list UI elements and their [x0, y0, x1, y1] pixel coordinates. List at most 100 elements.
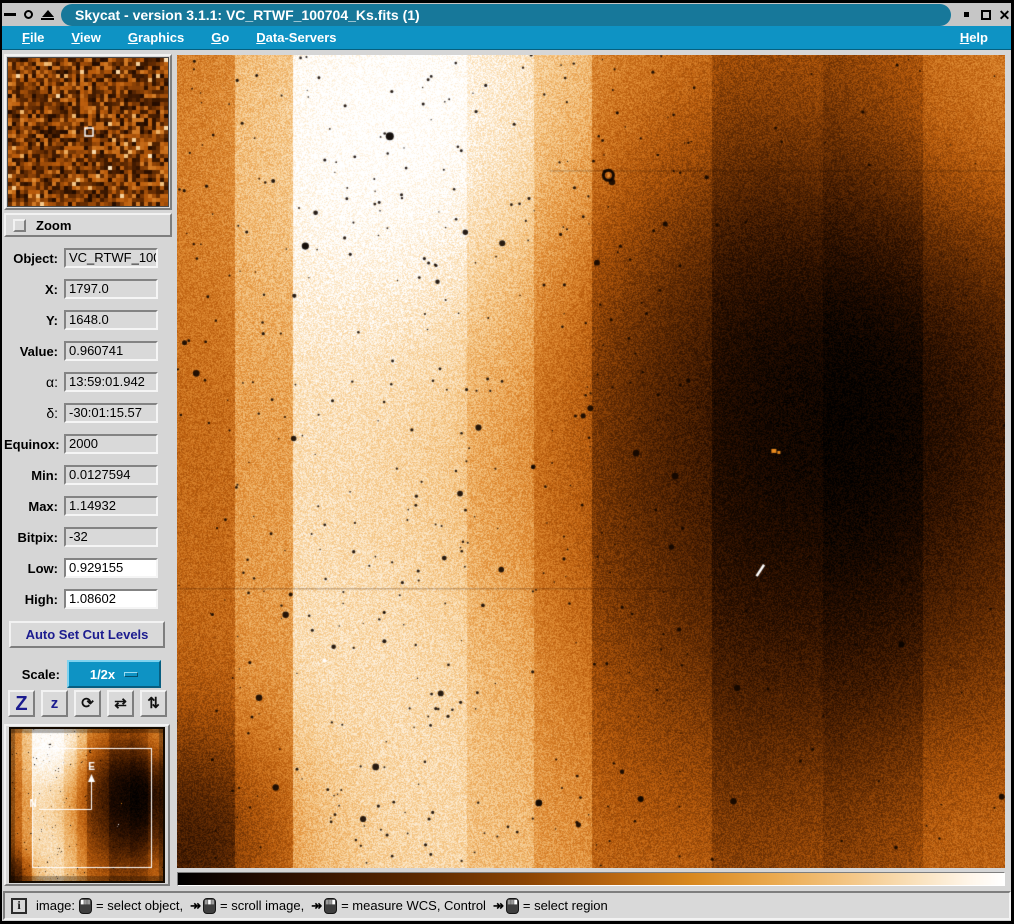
skycat-window: Skycat - version 3.1.1: VC_RTWF_100704_K… — [0, 0, 1014, 924]
maximize-icon — [41, 10, 54, 20]
mouse-button-3-icon — [506, 898, 519, 914]
window-title-pill: Skycat - version 3.1.1: VC_RTWF_100704_K… — [61, 4, 951, 26]
zoom-checkbox-row: Zoom — [4, 213, 172, 237]
statusbar-text-segment: = scroll image, — [220, 898, 304, 913]
field-value-equinox: 2000 — [64, 434, 158, 454]
statusbar-text-segment: = select region — [523, 898, 608, 913]
menubar: File View Graphics Go Data-Servers Help — [2, 26, 1012, 50]
field-label-ra: α: — [4, 374, 64, 390]
field-value-dec: -30:01:15.57 — [64, 403, 158, 423]
circle-icon — [24, 10, 33, 19]
zoom-out-button[interactable]: z — [41, 690, 68, 717]
field-label-object: Object: — [4, 251, 64, 266]
menu-go[interactable]: Go — [211, 30, 229, 45]
zoom-in-icon: Z — [15, 694, 27, 714]
field-label-high: High: — [4, 592, 64, 607]
maximize-button[interactable] — [38, 5, 57, 25]
scale-label: Scale: — [0, 667, 60, 682]
field-row-x: X:1797.0 — [4, 279, 174, 299]
rotate-icon: ⟳ — [81, 696, 94, 711]
field-label-y: Y: — [4, 313, 64, 328]
window-menu-button[interactable] — [957, 5, 976, 25]
menu-view[interactable]: View — [71, 30, 100, 45]
field-row-low: Low:0.929155 — [4, 558, 174, 578]
zoom-preview-canvas — [7, 57, 169, 207]
menu-data-servers[interactable]: Data-Servers — [256, 30, 336, 45]
statusbar-text: image: = select object, ↠ = scroll image, ↠ =… — [33, 898, 611, 914]
menu-help[interactable]: Help — [960, 30, 988, 45]
minimize-button[interactable] — [0, 5, 19, 25]
flip-x-icon: ⇄ — [114, 696, 127, 711]
field-value-ra: 13:59:01.942 — [64, 372, 158, 392]
square-icon — [981, 10, 991, 20]
colorbar[interactable] — [177, 872, 1005, 886]
field-value-object: VC_RTWF_100 — [64, 248, 158, 268]
mouse-button-1-icon — [79, 898, 92, 914]
zoom-checkbox[interactable] — [13, 219, 26, 232]
pan-window-panel — [4, 724, 170, 886]
toolbar: Zz ⟳ ⇄ ⇅ — [8, 690, 167, 717]
shade-button[interactable] — [19, 5, 38, 25]
dropdown-indicator-icon — [124, 672, 138, 677]
minimize-icon — [4, 13, 16, 16]
close-button[interactable]: ✕ — [995, 5, 1014, 25]
statusbar-text-segment: = select object, — [96, 898, 183, 913]
close-icon: ✕ — [999, 10, 1011, 20]
button-arrow-icon: ↠ — [493, 898, 504, 914]
pan-window-canvas[interactable] — [9, 727, 165, 883]
field-row-object: Object:VC_RTWF_100 — [4, 248, 174, 268]
menu-graphics[interactable]: Graphics — [128, 30, 184, 45]
field-row-bitpix: Bitpix:-32 — [4, 527, 174, 547]
field-row-value: Value:0.960741 — [4, 341, 174, 361]
statusbar: i image:= select object,↠= scroll image,… — [3, 891, 1011, 920]
zoom-checkbox-label: Zoom — [36, 218, 71, 233]
zoom-in-button[interactable]: Z — [8, 690, 35, 717]
field-label-value: Value: — [4, 344, 64, 359]
field-label-min: Min: — [4, 468, 64, 483]
field-value-y: 1648.0 — [64, 310, 158, 330]
button-arrow-icon: ↠ — [311, 898, 322, 914]
flip-y-icon: ⇅ — [147, 696, 160, 711]
menubar-right: Help — [960, 29, 988, 47]
field-row-max: Max:1.14932 — [4, 496, 174, 516]
menu-file[interactable]: File — [22, 30, 44, 45]
field-value-value: 0.960741 — [64, 341, 158, 361]
field-value-bitpix: -32 — [64, 527, 158, 547]
button-arrow-icon: ↠ — [190, 898, 201, 914]
field-label-low: Low: — [4, 561, 64, 576]
field-value-low[interactable]: 0.929155 — [64, 558, 158, 578]
window-title: Skycat - version 3.1.1: VC_RTWF_100704_K… — [75, 7, 420, 23]
field-row-dec: δ:-30:01:15.57 — [4, 403, 174, 423]
field-label-equinox: Equinox: — [4, 437, 64, 452]
statusbar-text-segment: image: — [36, 898, 75, 913]
field-value-high[interactable]: 1.08602 — [64, 589, 158, 609]
flip-x-button[interactable]: ⇄ — [107, 690, 134, 717]
restore-button[interactable] — [976, 5, 995, 25]
mouse-button-3-icon — [324, 898, 337, 914]
field-label-dec: δ: — [4, 405, 64, 421]
field-row-equinox: Equinox:2000 — [4, 434, 174, 454]
field-value-max: 1.14932 — [64, 496, 158, 516]
field-label-max: Max: — [4, 499, 64, 514]
titlebar: Skycat - version 3.1.1: VC_RTWF_100704_K… — [0, 0, 1014, 26]
field-value-min: 0.0127594 — [64, 465, 158, 485]
main-image-canvas[interactable] — [177, 55, 1005, 868]
zoom-preview-panel — [4, 54, 172, 210]
scale-value: 1/2x — [90, 667, 115, 682]
field-row-min: Min:0.0127594 — [4, 465, 174, 485]
mouse-button-2-icon — [203, 898, 216, 914]
field-label-x: X: — [4, 282, 64, 297]
zoom-out-icon: z — [51, 696, 59, 711]
statusbar-text-segment: = measure WCS, Control — [341, 898, 486, 913]
field-row-high: High:1.08602 — [4, 589, 174, 609]
field-label-bitpix: Bitpix: — [4, 530, 64, 545]
auto-set-cut-levels-button[interactable]: Auto Set Cut Levels — [9, 621, 165, 648]
rotate-button[interactable]: ⟳ — [74, 690, 101, 717]
field-row-y: Y:1648.0 — [4, 310, 174, 330]
field-row-ra: α:13:59:01.942 — [4, 372, 174, 392]
field-value-x: 1797.0 — [64, 279, 158, 299]
dot-icon — [964, 12, 969, 17]
menubar-left: File View Graphics Go Data-Servers — [22, 30, 337, 45]
flip-y-button[interactable]: ⇅ — [140, 690, 167, 717]
scale-dropdown[interactable]: 1/2x — [67, 660, 161, 688]
